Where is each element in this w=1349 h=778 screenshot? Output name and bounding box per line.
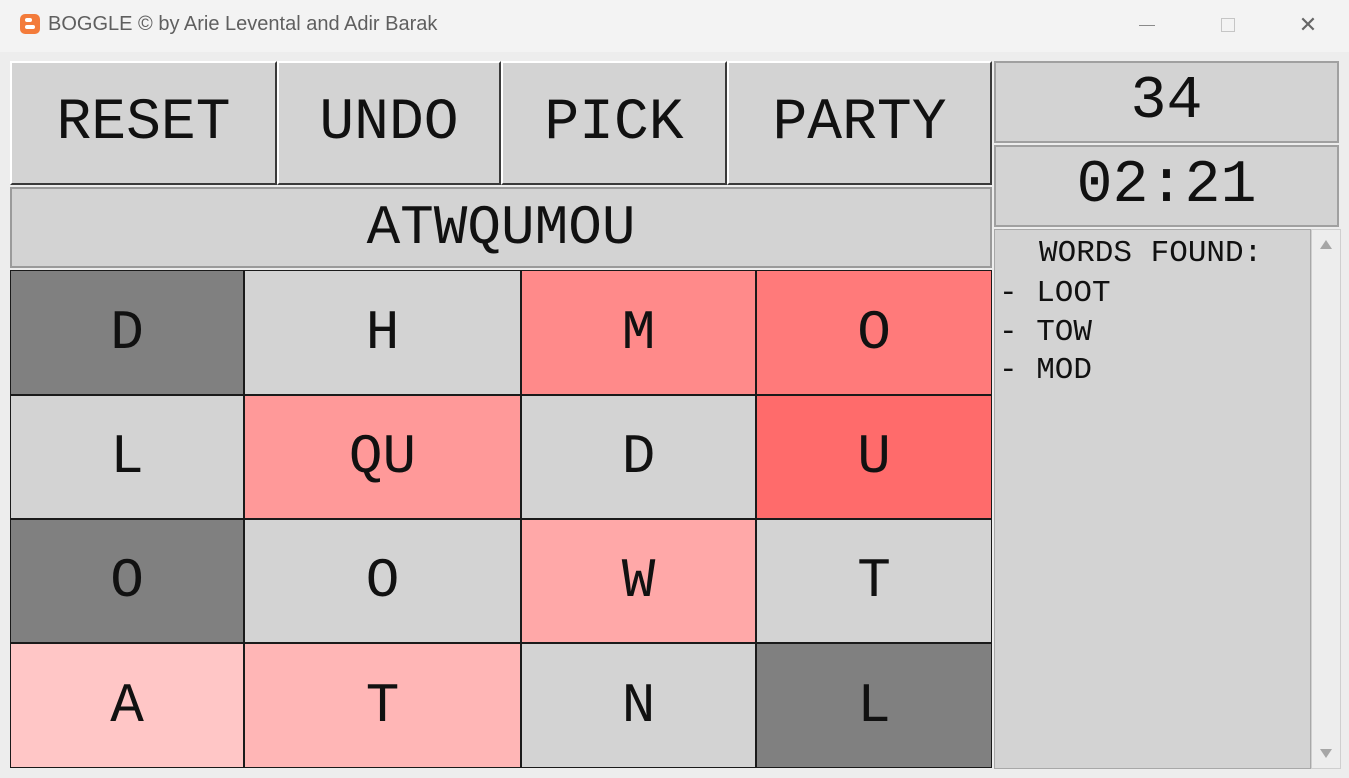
board-tile[interactable]: M xyxy=(521,270,756,395)
board-tile[interactable]: L xyxy=(10,395,244,519)
reset-button[interactable]: RESET xyxy=(10,61,277,185)
words-list-scrollbar[interactable] xyxy=(1311,229,1341,769)
maximize-icon xyxy=(1221,18,1235,32)
undo-button[interactable]: UNDO xyxy=(277,61,501,185)
window-title: BOGGLE © by Arie Levental and Adir Barak xyxy=(48,13,438,35)
score-display: 34 xyxy=(994,61,1339,143)
board-tile[interactable]: T xyxy=(244,643,521,768)
board-tile[interactable]: T xyxy=(756,519,992,643)
scroll-up-arrow-icon[interactable] xyxy=(1320,240,1332,249)
board-tile[interactable]: A xyxy=(10,643,244,768)
words-found-items: - LOOT - TOW - MOD xyxy=(999,276,1111,392)
party-button[interactable]: PARTY xyxy=(727,61,992,185)
maximize-button[interactable] xyxy=(1188,0,1268,50)
timer-display: 02:21 xyxy=(994,145,1339,227)
minimize-icon xyxy=(1139,24,1155,26)
words-found-list: WORDS FOUND: - LOOT - TOW - MOD xyxy=(994,229,1311,769)
board-tile[interactable]: O xyxy=(756,270,992,395)
found-word-item: - TOW xyxy=(999,314,1093,350)
board-tile[interactable]: U xyxy=(756,395,992,519)
current-word-display: ATWQUMOU xyxy=(10,187,992,268)
close-button[interactable]: ✕ xyxy=(1268,0,1348,50)
board-tile[interactable]: L xyxy=(756,643,992,768)
title-bar: BOGGLE © by Arie Levental and Adir Barak… xyxy=(0,0,1349,53)
board-tile[interactable]: N xyxy=(521,643,756,768)
board-tile[interactable]: O xyxy=(244,519,521,643)
board-tile[interactable]: QU xyxy=(244,395,521,519)
board-tile[interactable]: D xyxy=(521,395,756,519)
board-tile[interactable]: O xyxy=(10,519,244,643)
words-found-header: WORDS FOUND: xyxy=(1039,236,1263,271)
minimize-button[interactable] xyxy=(1107,0,1187,50)
board-tile[interactable]: W xyxy=(521,519,756,643)
close-icon: ✕ xyxy=(1298,12,1318,38)
board-tile[interactable]: H xyxy=(244,270,521,395)
blogger-app-icon xyxy=(20,14,40,34)
scroll-down-arrow-icon[interactable] xyxy=(1320,749,1332,758)
found-word-item: - MOD xyxy=(999,353,1093,388)
found-word-item: - LOOT xyxy=(999,276,1111,311)
board-tile[interactable]: D xyxy=(10,270,244,395)
pick-button[interactable]: PICK xyxy=(501,61,727,185)
